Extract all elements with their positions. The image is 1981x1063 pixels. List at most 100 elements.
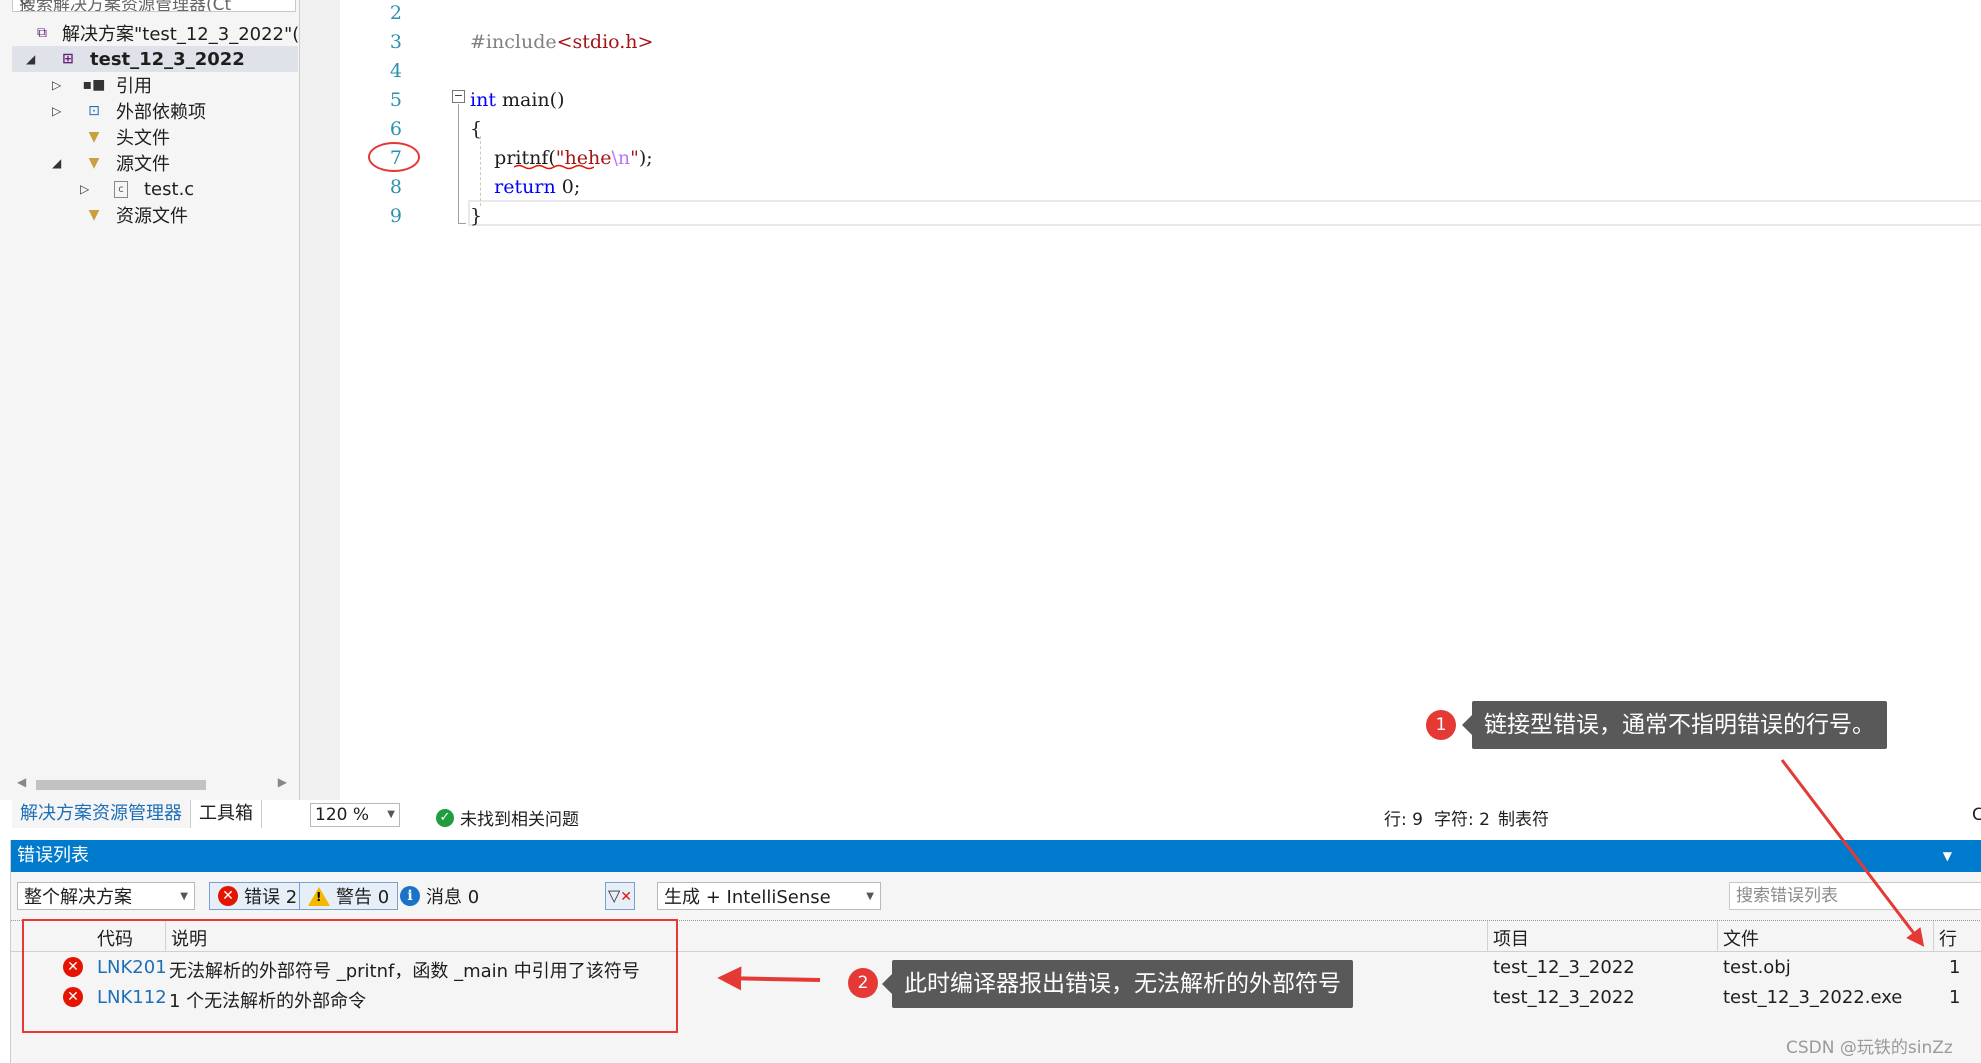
line-number: 2 bbox=[389, 2, 402, 24]
tree-label: test.c bbox=[144, 178, 195, 200]
line-number: 9 bbox=[389, 205, 402, 227]
tree-label: test_12_3_2022 bbox=[90, 48, 245, 70]
issues-indicator[interactable]: ✓ 未找到相关问题 bbox=[436, 805, 579, 830]
column-separator[interactable] bbox=[1487, 921, 1488, 951]
collapsed-arrow-icon[interactable]: ▷ bbox=[52, 78, 61, 92]
line-indicator: 行: 9 bbox=[1384, 810, 1423, 830]
code-token: { bbox=[470, 118, 483, 140]
code-token: " bbox=[630, 147, 639, 169]
scroll-left-icon[interactable]: ◀ bbox=[17, 775, 26, 789]
tree-item-test-c[interactable]: ▷ c test.c bbox=[0, 176, 298, 202]
chevron-down-icon: ▼ bbox=[180, 891, 188, 902]
editor-status-bar: 120 % ▼ ✓ 未找到相关问题 行: 9 字符: 2 制表符 C bbox=[300, 800, 1981, 830]
error-squiggle bbox=[514, 164, 594, 170]
column-separator[interactable] bbox=[1717, 921, 1718, 951]
column-header-file[interactable]: 文件 bbox=[1723, 925, 1759, 951]
messages-count-label: 消息 0 bbox=[426, 887, 480, 908]
column-header-project[interactable]: 项目 bbox=[1493, 925, 1529, 951]
scope-select[interactable]: 整个解决方案 ▼ bbox=[17, 882, 195, 910]
messages-filter-button[interactable]: i 消息 0 bbox=[391, 882, 488, 910]
tree-item-references[interactable]: ▷ ▪■ 引用 bbox=[0, 72, 298, 98]
scope-value: 整个解决方案 bbox=[24, 887, 132, 908]
line-number: 5 bbox=[389, 89, 402, 111]
collapse-icon[interactable]: − bbox=[452, 90, 465, 103]
error-highlight-box bbox=[22, 919, 678, 1033]
error-project: test_12_3_2022 bbox=[1493, 987, 1635, 1008]
tree-item-project[interactable]: ◢ ⊞ test_12_3_2022 bbox=[12, 46, 298, 72]
zoom-value: 120 % bbox=[315, 805, 370, 825]
code-editor[interactable]: − 2 3 #include<stdio.h> 4 5 int main() 6{7 pri… bbox=[340, 0, 1981, 800]
annotation-callout-1: 链接型错误，通常不指明错误的行号。 bbox=[1462, 701, 1887, 749]
errors-filter-button[interactable]: ✕ 错误 2 bbox=[209, 882, 307, 910]
code-line[interactable]: int main() bbox=[470, 89, 564, 111]
line-number: 4 bbox=[389, 60, 402, 82]
warnings-count-label: 警告 0 bbox=[336, 887, 390, 908]
chevron-down-icon: ▼ bbox=[387, 809, 395, 820]
code-token: ); bbox=[638, 147, 653, 169]
folder-filter-icon: ▼ bbox=[88, 207, 100, 223]
encoding-indicator[interactable]: C bbox=[1972, 805, 1981, 825]
code-token: } bbox=[470, 205, 483, 227]
code-line[interactable]: return 0; bbox=[470, 176, 580, 198]
scroll-right-icon[interactable]: ▶ bbox=[278, 775, 287, 789]
tree-item-source-files[interactable]: ◢ ▼ 源文件 bbox=[0, 150, 298, 176]
clear-filter-button[interactable]: ▽✕ bbox=[605, 882, 635, 910]
tree-item-resource-files[interactable]: ▼ 资源文件 bbox=[0, 202, 298, 228]
horizontal-scrollbar[interactable]: ◀ ▶ bbox=[12, 775, 292, 793]
annotation-callout-2: 此时编译器报出错误，无法解析的外部符号 bbox=[882, 960, 1353, 1008]
build-filter-select[interactable]: 生成 + IntelliSense ▼ bbox=[657, 882, 881, 910]
tab-solution-explorer[interactable]: 解决方案资源管理器 bbox=[12, 800, 191, 828]
char-indicator: 字符: 2 bbox=[1434, 810, 1490, 830]
tree-item-header-files[interactable]: ▼ 头文件 bbox=[0, 124, 298, 150]
current-line-highlight bbox=[468, 200, 1981, 226]
line-number: 6 bbox=[389, 118, 402, 140]
watermark: CSDN @玩铁的sinZz bbox=[1786, 1038, 1953, 1058]
error-line: 1 bbox=[1949, 957, 1961, 978]
zoom-select[interactable]: 120 % ▼ bbox=[310, 803, 400, 827]
error-search-input[interactable]: 搜索错误列表 bbox=[1729, 882, 1981, 910]
error-search-placeholder: 搜索错误列表 bbox=[1736, 886, 1838, 906]
warnings-filter-button[interactable]: ! 警告 0 bbox=[299, 882, 399, 910]
fold-guide-end bbox=[458, 223, 466, 224]
code-line[interactable]: #include<stdio.h> bbox=[470, 31, 653, 53]
code-line[interactable]: { bbox=[470, 118, 482, 140]
expanded-arrow-icon[interactable]: ◢ bbox=[26, 52, 35, 66]
annotation-badge-2: 2 bbox=[848, 968, 878, 998]
tab-toolbox[interactable]: 工具箱 bbox=[191, 800, 262, 828]
column-separator[interactable] bbox=[1933, 921, 1934, 951]
line-number-circle-annotation bbox=[368, 142, 420, 172]
expanded-arrow-icon[interactable]: ◢ bbox=[52, 156, 61, 170]
panel-tabs: 解决方案资源管理器 工具箱 bbox=[12, 800, 262, 828]
code-token: return bbox=[494, 176, 556, 198]
code-line[interactable]: } bbox=[470, 205, 482, 227]
info-icon: i bbox=[400, 886, 420, 906]
collapsed-arrow-icon[interactable]: ▷ bbox=[52, 104, 61, 118]
tree-item-external-deps[interactable]: ▷ ⊡ 外部依赖项 bbox=[0, 98, 298, 124]
error-icon: ✕ bbox=[218, 886, 238, 906]
code-token: \n bbox=[611, 147, 631, 169]
errors-count-label: 错误 2 bbox=[244, 887, 298, 908]
folder-filter-icon: ▼ bbox=[88, 155, 100, 171]
check-circle-icon: ✓ bbox=[436, 808, 454, 827]
line-number: 3 bbox=[389, 31, 402, 53]
collapsed-arrow-icon[interactable]: ▷ bbox=[80, 182, 89, 196]
issues-text: 未找到相关问题 bbox=[460, 810, 579, 830]
code-token: int bbox=[470, 89, 496, 111]
chevron-down-icon[interactable]: ▼ bbox=[1943, 840, 1952, 872]
tree-label: 解决方案"test_12_3_2022"(1 bbox=[62, 24, 311, 45]
tab-indicator[interactable]: 制表符 bbox=[1498, 805, 1549, 830]
tree-label: 资源文件 bbox=[116, 206, 188, 227]
column-header-line[interactable]: 行 bbox=[1939, 925, 1957, 951]
code-token: <stdio.h> bbox=[556, 31, 654, 53]
code-token: main() bbox=[495, 89, 565, 111]
scroll-thumb[interactable] bbox=[36, 780, 206, 790]
tree-item-solution[interactable]: ⧉ 解决方案"test_12_3_2022"(1 bbox=[0, 20, 311, 46]
solution-search-input[interactable]: 搜索解决方案资源管理器(Ct ⚲ bbox=[12, 0, 296, 12]
error-file: test_12_3_2022.exe bbox=[1723, 987, 1903, 1008]
error-list-title-bar: 错误列表 ▼ bbox=[11, 840, 1981, 872]
solution-icon: ⧉ bbox=[37, 25, 47, 41]
editor-indicator-margin bbox=[300, 0, 340, 800]
tree-label: 外部依赖项 bbox=[116, 102, 206, 123]
search-icon: ⚲ bbox=[19, 0, 31, 11]
